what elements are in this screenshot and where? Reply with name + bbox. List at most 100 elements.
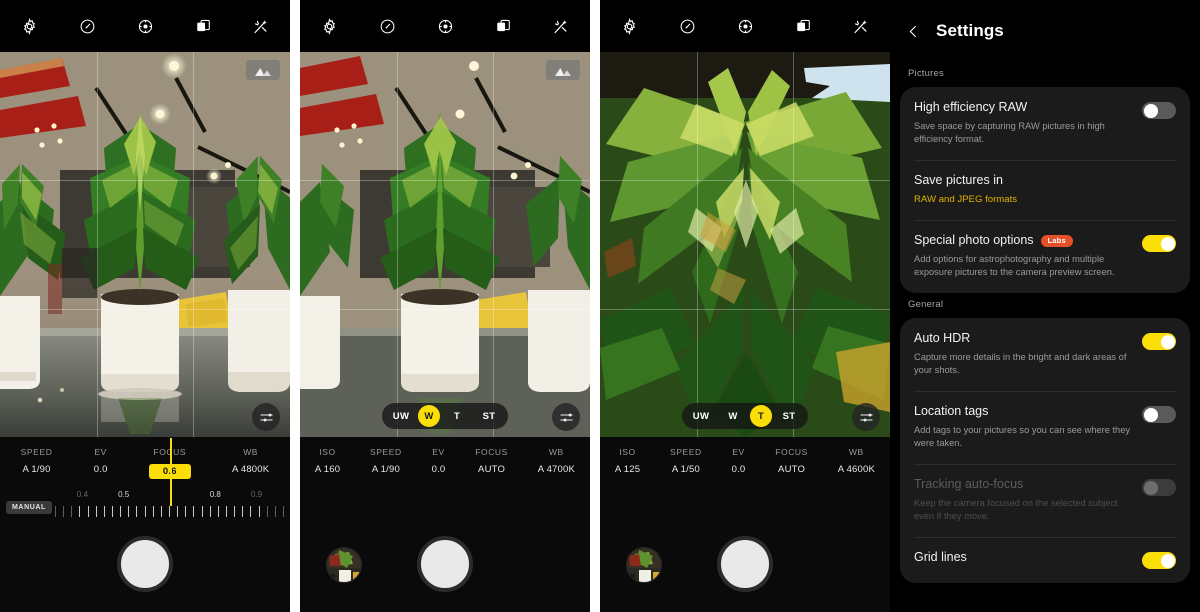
metering-icon[interactable] xyxy=(732,13,758,39)
adjust-settings-button-3[interactable] xyxy=(852,403,880,431)
viewfinder-1[interactable] xyxy=(0,52,290,437)
gallery-thumbnail[interactable] xyxy=(626,547,662,583)
shutter-button[interactable] xyxy=(117,536,173,592)
pro-control-speed[interactable]: SPEED A 1/90 xyxy=(370,447,402,475)
setting-title-text: Grid lines xyxy=(914,550,967,565)
histogram-icon[interactable] xyxy=(546,60,580,80)
gear-icon[interactable] xyxy=(316,13,342,39)
shutter-button[interactable] xyxy=(417,536,473,592)
panel-divider-2 xyxy=(590,0,600,612)
setting-title: Tracking auto-focus xyxy=(914,477,1134,493)
setting-row-special-photo-options[interactable]: Special photo options Labs Add options f… xyxy=(900,220,1190,293)
labs-badge: Labs xyxy=(1040,234,1073,248)
timer-icon[interactable] xyxy=(74,13,100,39)
multi-frame-icon[interactable] xyxy=(790,13,816,39)
effects-icon[interactable] xyxy=(248,13,274,39)
setting-row-high-efficiency-raw[interactable]: High efficiency RAW Save space by captur… xyxy=(900,87,1190,160)
focus-tick-label: 0.8 xyxy=(209,490,221,499)
pro-control-value: 0.0 xyxy=(93,464,108,475)
camera-toolbar-2 xyxy=(300,0,590,52)
pro-control-value: 0.0 xyxy=(431,464,446,475)
zoom-option-w[interactable]: W xyxy=(718,405,748,427)
setting-row-auto-hdr[interactable]: Auto HDR Capture more details in the bri… xyxy=(900,318,1190,391)
shutter-button[interactable] xyxy=(717,536,773,592)
toggle-grid-lines[interactable] xyxy=(1142,552,1176,570)
pro-control-value: AUTO xyxy=(478,464,506,475)
gear-icon[interactable] xyxy=(16,13,42,39)
camera-preview-plants-wide xyxy=(0,52,290,437)
setting-text: Tracking auto-focus Keep the camera focu… xyxy=(914,477,1134,523)
pro-control-speed[interactable]: SPEED A 1/90 xyxy=(21,447,53,475)
zoom-selector-2[interactable]: UW W T ST xyxy=(382,403,508,429)
gear-icon[interactable] xyxy=(616,13,642,39)
focus-tick-label: 0.4 xyxy=(76,490,89,499)
gallery-thumbnail[interactable] xyxy=(326,547,362,583)
effects-icon[interactable] xyxy=(548,13,574,39)
pro-control-wb[interactable]: WB A 4600K xyxy=(838,447,875,475)
setting-title-text: Tracking auto-focus xyxy=(914,477,1024,492)
pro-control-key: WB xyxy=(848,447,864,457)
pro-control-ev[interactable]: EV 0.0 xyxy=(432,447,446,475)
zoom-option-uw[interactable]: UW xyxy=(386,405,416,427)
camera-panel-wide: UW W T ST ISO A 160 SPEED A 1/90 EV 0.0 … xyxy=(300,0,590,612)
pro-control-wb[interactable]: WB A 4800K xyxy=(232,447,269,475)
pro-control-wb[interactable]: WB A 4700K xyxy=(538,447,575,475)
toggle-auto-hdr[interactable] xyxy=(1142,333,1176,351)
zoom-option-t[interactable]: T xyxy=(442,405,472,427)
setting-subtitle: Add tags to your pictures so you can see… xyxy=(914,424,1131,449)
pro-control-value: AUTO xyxy=(778,464,806,475)
setting-subtitle: Add options for astrophotography and mul… xyxy=(914,253,1115,278)
timer-icon[interactable] xyxy=(374,13,400,39)
thumbnail-image xyxy=(327,548,361,582)
camera-toolbar-1 xyxy=(0,0,290,52)
pro-controls-bar-2: ISO A 160 SPEED A 1/90 EV 0.0 FOCUS AUTO… xyxy=(300,437,590,489)
chevron-left-icon[interactable] xyxy=(904,22,922,40)
multi-frame-icon[interactable] xyxy=(490,13,516,39)
pro-control-ev[interactable]: EV 0.0 xyxy=(732,447,746,475)
pro-control-ev[interactable]: EV 0.0 xyxy=(94,447,108,475)
viewfinder-2[interactable]: UW W T ST xyxy=(300,52,590,437)
setting-row-location-tags[interactable]: Location tags Add tags to your pictures … xyxy=(900,391,1190,464)
pro-control-value: A 125 xyxy=(614,464,641,475)
adjust-settings-button-2[interactable] xyxy=(552,403,580,431)
pro-control-speed[interactable]: SPEED A 1/50 xyxy=(670,447,702,475)
metering-icon[interactable] xyxy=(132,13,158,39)
setting-text: Special photo options Labs Add options f… xyxy=(914,233,1134,279)
pro-control-iso[interactable]: ISO A 160 xyxy=(315,447,340,475)
setting-title: Special photo options Labs xyxy=(914,233,1134,249)
zoom-option-st[interactable]: ST xyxy=(474,405,504,427)
setting-row-grid-lines[interactable]: Grid lines xyxy=(900,537,1190,583)
adjust-settings-button-1[interactable] xyxy=(252,403,280,431)
toggle-special-photo-options[interactable] xyxy=(1142,235,1176,253)
zoom-option-uw[interactable]: UW xyxy=(686,405,716,427)
zoom-option-st[interactable]: ST xyxy=(774,405,804,427)
toggle-location-tags[interactable] xyxy=(1142,406,1176,424)
settings-card-general: Auto HDR Capture more details in the bri… xyxy=(900,318,1190,584)
multi-frame-icon[interactable] xyxy=(190,13,216,39)
focus-tick-label: 0.5 xyxy=(118,490,130,499)
zoom-option-t-selected[interactable]: T xyxy=(750,405,772,427)
timer-icon[interactable] xyxy=(674,13,700,39)
toggle-tracking-auto-focus xyxy=(1142,479,1176,497)
pro-control-focus[interactable]: FOCUS AUTO xyxy=(475,447,508,475)
manual-focus-mode-button[interactable]: MANUAL xyxy=(6,501,52,514)
shutter-row-2 xyxy=(300,520,590,612)
setting-title: High efficiency RAW xyxy=(914,100,1134,116)
pro-control-iso[interactable]: ISO A 125 xyxy=(615,447,640,475)
viewfinder-3[interactable]: UW W T ST xyxy=(600,52,890,437)
setting-row-save-pictures-in[interactable]: Save pictures in RAW and JPEG formats xyxy=(900,160,1190,220)
screenshot-root: SPEED A 1/90 EV 0.0 FOCUS 0.6 WB A 4800K… xyxy=(0,0,1200,612)
focus-tick-label: 0.9 xyxy=(250,490,263,499)
zoom-option-w-selected[interactable]: W xyxy=(418,405,440,427)
effects-icon[interactable] xyxy=(848,13,874,39)
metering-icon[interactable] xyxy=(432,13,458,39)
setting-row-tracking-auto-focus: Tracking auto-focus Keep the camera focu… xyxy=(900,464,1190,537)
pro-control-value: A 1/90 xyxy=(22,464,51,475)
toggle-high-efficiency-raw[interactable] xyxy=(1142,102,1176,119)
pro-control-key: WB xyxy=(548,447,564,457)
pro-control-focus[interactable]: FOCUS AUTO xyxy=(775,447,808,475)
pro-control-key: EV xyxy=(432,447,445,457)
histogram-icon[interactable] xyxy=(246,60,280,80)
zoom-selector-3[interactable]: UW W T ST xyxy=(682,403,808,429)
section-label-general: General xyxy=(908,299,944,311)
